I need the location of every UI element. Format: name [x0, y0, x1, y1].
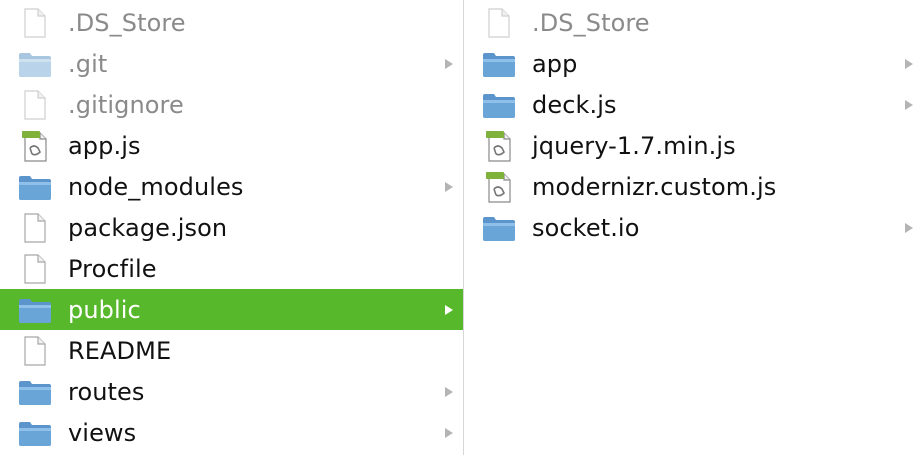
document-icon: [16, 7, 54, 39]
script-document-icon: [480, 130, 518, 162]
item-name: routes: [68, 377, 145, 406]
file-row[interactable]: jquery-1.7.min.js: [464, 125, 923, 166]
item-name: .DS_Store: [68, 8, 186, 37]
folder-row[interactable]: socket.io: [464, 207, 923, 248]
disclosure-arrow-icon[interactable]: [445, 181, 453, 192]
folder-row[interactable]: deck.js: [464, 84, 923, 125]
script-document-icon: [16, 130, 54, 162]
finder-column-browser: .DS_Store .git .gitignore app.js node_module…: [0, 0, 924, 455]
item-name: socket.io: [532, 213, 640, 242]
item-name: public: [68, 295, 141, 324]
file-row[interactable]: .DS_Store: [464, 2, 923, 43]
folder-icon: [480, 212, 518, 244]
document-icon: [16, 253, 54, 285]
item-name: README: [68, 336, 172, 365]
column-root[interactable]: .DS_Store .git .gitignore app.js node_module…: [0, 0, 464, 455]
document-icon: [16, 212, 54, 244]
item-name: views: [68, 418, 137, 447]
file-row[interactable]: README: [0, 330, 463, 371]
folder-row[interactable]: .git: [0, 43, 463, 84]
disclosure-arrow-icon[interactable]: [905, 222, 913, 233]
disclosure-arrow-icon[interactable]: [445, 427, 453, 438]
file-row[interactable]: modernizr.custom.js: [464, 166, 923, 207]
file-row[interactable]: app.js: [0, 125, 463, 166]
item-name: .DS_Store: [532, 8, 650, 37]
item-name: app: [532, 49, 578, 78]
item-name: package.json: [68, 213, 228, 242]
column-public[interactable]: .DS_Storeapp deck.js jquery-1.7.min.js mode…: [464, 0, 923, 455]
item-name: jquery-1.7.min.js: [532, 131, 736, 160]
folder-row[interactable]: public: [0, 289, 463, 330]
folder-icon: [16, 48, 54, 80]
item-name: deck.js: [532, 90, 617, 119]
item-name: .gitignore: [68, 90, 184, 119]
folder-row[interactable]: routes: [0, 371, 463, 412]
file-row[interactable]: .gitignore: [0, 84, 463, 125]
item-name: modernizr.custom.js: [532, 172, 777, 201]
disclosure-arrow-icon[interactable]: [445, 58, 453, 69]
folder-row[interactable]: node_modules: [0, 166, 463, 207]
item-name: node_modules: [68, 172, 244, 201]
file-row[interactable]: Procfile: [0, 248, 463, 289]
folder-icon: [16, 376, 54, 408]
folder-icon: [480, 89, 518, 121]
folder-icon: [16, 171, 54, 203]
disclosure-arrow-icon[interactable]: [905, 99, 913, 110]
disclosure-arrow-icon[interactable]: [905, 58, 913, 69]
folder-row[interactable]: app: [464, 43, 923, 84]
folder-icon: [16, 294, 54, 326]
item-name: Procfile: [68, 254, 157, 283]
folder-icon: [480, 48, 518, 80]
item-name: app.js: [68, 131, 141, 160]
document-icon: [480, 7, 518, 39]
disclosure-arrow-icon[interactable]: [445, 386, 453, 397]
disclosure-arrow-icon[interactable]: [445, 304, 453, 315]
document-icon: [16, 89, 54, 121]
file-row[interactable]: package.json: [0, 207, 463, 248]
item-name: .git: [68, 49, 108, 78]
script-document-icon: [480, 171, 518, 203]
document-icon: [16, 335, 54, 367]
folder-icon: [16, 417, 54, 449]
folder-row[interactable]: views: [0, 412, 463, 453]
file-row[interactable]: .DS_Store: [0, 2, 463, 43]
